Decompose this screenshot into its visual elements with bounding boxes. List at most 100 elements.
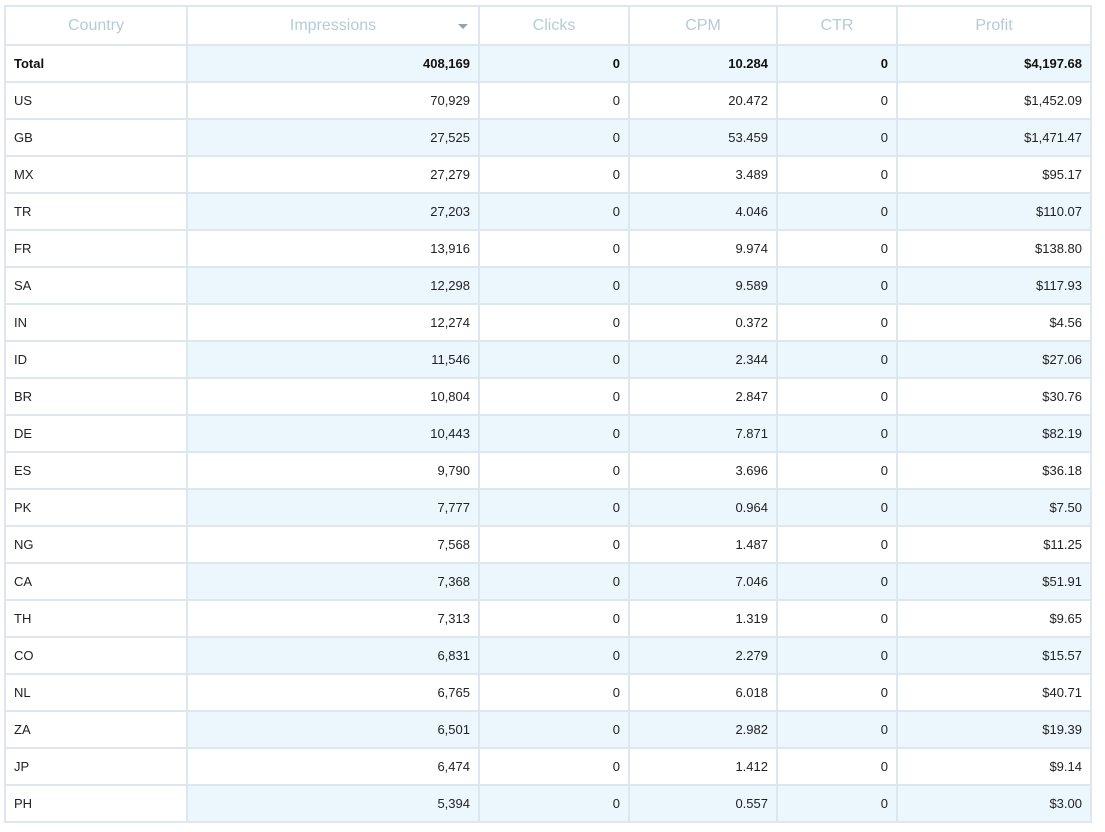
table-row[interactable]: BR 10,804 0 2.847 0 $30.76 bbox=[4, 377, 1092, 416]
table-row[interactable]: FR 13,916 0 9.974 0 $138.80 bbox=[4, 229, 1092, 268]
cell-impressions: 70,929 bbox=[186, 81, 480, 120]
cell-impressions: 13,916 bbox=[186, 229, 480, 268]
cell-impressions: 6,831 bbox=[186, 636, 480, 675]
cell-clicks: 0 bbox=[478, 636, 630, 675]
cell-country: MX bbox=[4, 155, 188, 194]
cell-ctr: 0 bbox=[776, 747, 898, 786]
cell-clicks: 0 bbox=[478, 525, 630, 564]
table-row[interactable]: JP 6,474 0 1.412 0 $9.14 bbox=[4, 747, 1092, 786]
table-row[interactable]: US 70,929 0 20.472 0 $1,452.09 bbox=[4, 81, 1092, 120]
cell-cpm: 2.982 bbox=[628, 710, 778, 749]
table-row[interactable]: CA 7,368 0 7.046 0 $51.91 bbox=[4, 562, 1092, 601]
cell-impressions: 10,804 bbox=[186, 377, 480, 416]
cell-ctr: 0 bbox=[776, 340, 898, 379]
cell-country: CO bbox=[4, 636, 188, 675]
cell-clicks: 0 bbox=[478, 599, 630, 638]
cell-country: PK bbox=[4, 488, 188, 527]
cell-impressions: 6,501 bbox=[186, 710, 480, 749]
table-row[interactable]: PK 7,777 0 0.964 0 $7.50 bbox=[4, 488, 1092, 527]
cell-cpm: 9.974 bbox=[628, 229, 778, 268]
cell-clicks: 0 bbox=[478, 747, 630, 786]
table-row[interactable]: NL 6,765 0 6.018 0 $40.71 bbox=[4, 673, 1092, 712]
table-row[interactable]: NG 7,568 0 1.487 0 $11.25 bbox=[4, 525, 1092, 564]
cell-impressions: 27,279 bbox=[186, 155, 480, 194]
cell-country: NG bbox=[4, 525, 188, 564]
cell-ctr: 0 bbox=[776, 451, 898, 490]
table-row[interactable]: ZA 6,501 0 2.982 0 $19.39 bbox=[4, 710, 1092, 749]
cell-ctr: 0 bbox=[776, 562, 898, 601]
table-row[interactable]: GB 27,525 0 53.459 0 $1,471.47 bbox=[4, 118, 1092, 157]
cell-cpm: 53.459 bbox=[628, 118, 778, 157]
column-header-impressions[interactable]: Impressions bbox=[186, 5, 480, 46]
total-impressions: 408,169 bbox=[186, 44, 480, 83]
cell-cpm: 2.344 bbox=[628, 340, 778, 379]
table-row[interactable]: DE 10,443 0 7.871 0 $82.19 bbox=[4, 414, 1092, 453]
cell-cpm: 3.489 bbox=[628, 155, 778, 194]
cell-clicks: 0 bbox=[478, 340, 630, 379]
cell-clicks: 0 bbox=[478, 303, 630, 342]
cell-clicks: 0 bbox=[478, 414, 630, 453]
cell-profit: $110.07 bbox=[896, 192, 1092, 231]
column-header-clicks[interactable]: Clicks bbox=[478, 5, 630, 46]
cell-clicks: 0 bbox=[478, 451, 630, 490]
column-header-profit[interactable]: Profit bbox=[896, 5, 1092, 46]
cell-impressions: 12,274 bbox=[186, 303, 480, 342]
cell-profit: $82.19 bbox=[896, 414, 1092, 453]
cell-clicks: 0 bbox=[478, 229, 630, 268]
cell-ctr: 0 bbox=[776, 118, 898, 157]
cell-profit: $40.71 bbox=[896, 673, 1092, 712]
cell-ctr: 0 bbox=[776, 599, 898, 638]
cell-impressions: 7,568 bbox=[186, 525, 480, 564]
chevron-down-icon[interactable] bbox=[458, 24, 468, 29]
cell-profit: $117.93 bbox=[896, 266, 1092, 305]
cell-profit: $36.18 bbox=[896, 451, 1092, 490]
cell-cpm: 2.847 bbox=[628, 377, 778, 416]
cell-country: FR bbox=[4, 229, 188, 268]
total-profit: $4,197.68 bbox=[896, 44, 1092, 83]
table-row[interactable]: TR 27,203 0 4.046 0 $110.07 bbox=[4, 192, 1092, 231]
cell-profit: $3.00 bbox=[896, 784, 1092, 823]
cell-impressions: 27,525 bbox=[186, 118, 480, 157]
cell-profit: $15.57 bbox=[896, 636, 1092, 675]
cell-country: PH bbox=[4, 784, 188, 823]
cell-profit: $51.91 bbox=[896, 562, 1092, 601]
cell-impressions: 27,203 bbox=[186, 192, 480, 231]
cell-country: TR bbox=[4, 192, 188, 231]
total-cpm: 10.284 bbox=[628, 44, 778, 83]
cell-ctr: 0 bbox=[776, 414, 898, 453]
column-header-ctr[interactable]: CTR bbox=[776, 5, 898, 46]
cell-cpm: 20.472 bbox=[628, 81, 778, 120]
cell-country: TH bbox=[4, 599, 188, 638]
table-row[interactable]: IN 12,274 0 0.372 0 $4.56 bbox=[4, 303, 1092, 342]
table-row[interactable]: MX 27,279 0 3.489 0 $95.17 bbox=[4, 155, 1092, 194]
cell-profit: $7.50 bbox=[896, 488, 1092, 527]
cell-cpm: 0.557 bbox=[628, 784, 778, 823]
cell-profit: $11.25 bbox=[896, 525, 1092, 564]
cell-clicks: 0 bbox=[478, 118, 630, 157]
cell-profit: $30.76 bbox=[896, 377, 1092, 416]
table-row[interactable]: SA 12,298 0 9.589 0 $117.93 bbox=[4, 266, 1092, 305]
cell-cpm: 7.046 bbox=[628, 562, 778, 601]
cell-ctr: 0 bbox=[776, 525, 898, 564]
cell-ctr: 0 bbox=[776, 155, 898, 194]
cell-cpm: 6.018 bbox=[628, 673, 778, 712]
cell-clicks: 0 bbox=[478, 784, 630, 823]
cell-cpm: 7.871 bbox=[628, 414, 778, 453]
cell-cpm: 1.319 bbox=[628, 599, 778, 638]
column-header-country[interactable]: Country bbox=[4, 5, 188, 46]
cell-clicks: 0 bbox=[478, 192, 630, 231]
cell-clicks: 0 bbox=[478, 673, 630, 712]
table-row[interactable]: CO 6,831 0 2.279 0 $15.57 bbox=[4, 636, 1092, 675]
column-header-cpm[interactable]: CPM bbox=[628, 5, 778, 46]
cell-ctr: 0 bbox=[776, 229, 898, 268]
cell-country: GB bbox=[4, 118, 188, 157]
cell-ctr: 0 bbox=[776, 784, 898, 823]
table-row[interactable]: ES 9,790 0 3.696 0 $36.18 bbox=[4, 451, 1092, 490]
cell-impressions: 11,546 bbox=[186, 340, 480, 379]
table-row[interactable]: ID 11,546 0 2.344 0 $27.06 bbox=[4, 340, 1092, 379]
cell-clicks: 0 bbox=[478, 710, 630, 749]
table-row[interactable]: PH 5,394 0 0.557 0 $3.00 bbox=[4, 784, 1092, 823]
table-row[interactable]: TH 7,313 0 1.319 0 $9.65 bbox=[4, 599, 1092, 638]
cell-clicks: 0 bbox=[478, 266, 630, 305]
cell-cpm: 1.412 bbox=[628, 747, 778, 786]
